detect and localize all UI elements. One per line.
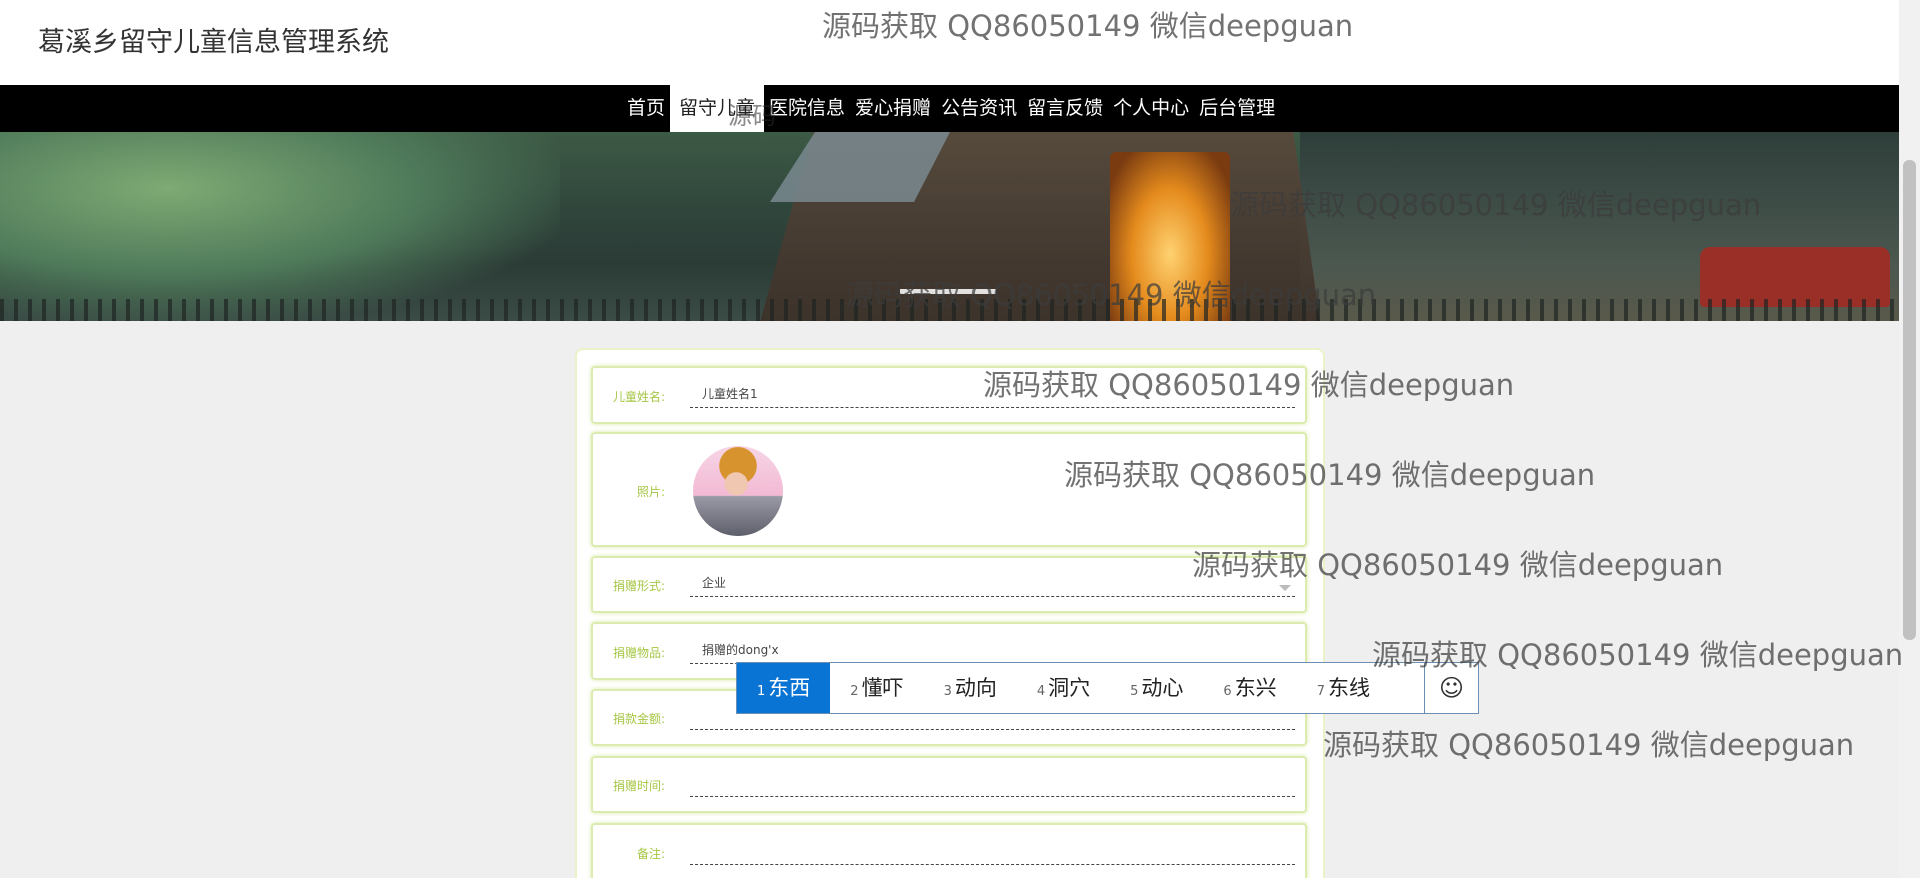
banner-foliage <box>0 132 560 321</box>
donation-time-label: 捐赠时间: <box>612 779 665 793</box>
donation-type-row: 捐赠形式: 企业 <box>591 556 1307 613</box>
scrollbar-thumb[interactable] <box>1903 160 1916 640</box>
ime-candidate-bar: 1 东西 2 懂吓 3 动向 4 洞穴 5 动心 6 东兴 7 东线 ☺ <box>736 662 1479 714</box>
donation-time-input[interactable] <box>690 772 1295 797</box>
banner-fence <box>0 299 1899 321</box>
emoji-icon[interactable]: ☺ <box>1424 663 1478 713</box>
photo-label: 照片: <box>636 485 665 499</box>
remark-input[interactable] <box>690 840 1295 865</box>
banner-image <box>0 132 1899 321</box>
site-title: 葛溪乡留守儿童信息管理系统 <box>38 27 389 58</box>
photo-row: 照片: <box>591 432 1307 547</box>
remark-row: 备注: <box>591 823 1307 878</box>
banner-truck <box>1700 247 1890 307</box>
donation-item-input[interactable]: 捐赠的dong'x <box>690 639 1295 664</box>
donation-type-select[interactable]: 企业 <box>690 572 1295 597</box>
ime-candidate-2[interactable]: 2 懂吓 <box>830 663 923 713</box>
main-nav: 首页 留守儿童 医院信息 爱心捐赠 公告资讯 留言反馈 个人中心 后台管理 <box>0 85 1899 132</box>
nav-list: 首页 留守儿童 医院信息 爱心捐赠 公告资讯 留言反馈 个人中心 后台管理 <box>622 85 1280 132</box>
nav-item-personal-center[interactable]: 个人中心 <box>1108 85 1194 132</box>
ime-candidate-4[interactable]: 4 洞穴 <box>1017 663 1110 713</box>
ime-candidate-3[interactable]: 3 动向 <box>924 663 1017 713</box>
remark-label: 备注: <box>636 847 665 861</box>
banner-glowing-door <box>1110 152 1230 321</box>
page-scrollbar[interactable] <box>1899 0 1920 878</box>
chevron-down-icon[interactable] <box>1279 585 1291 591</box>
banner-indicator <box>900 289 996 294</box>
ime-candidate-5[interactable]: 5 动心 <box>1110 663 1203 713</box>
donation-time-row: 捐赠时间: <box>591 756 1307 813</box>
nav-item-feedback[interactable]: 留言反馈 <box>1022 85 1108 132</box>
site-header: 葛溪乡留守儿童信息管理系统 <box>0 0 1899 85</box>
nav-item-donation[interactable]: 爱心捐赠 <box>850 85 936 132</box>
nav-item-left-behind-children[interactable]: 留守儿童 <box>670 85 765 132</box>
donation-type-label: 捐赠形式: <box>612 579 665 593</box>
nav-item-announcements[interactable]: 公告资讯 <box>936 85 1022 132</box>
child-name-label: 儿童姓名: <box>612 390 665 404</box>
child-name-input[interactable]: 儿童姓名1 <box>690 383 1295 408</box>
child-name-row: 儿童姓名: 儿童姓名1 <box>591 366 1307 424</box>
donation-amount-label: 捐款金额: <box>612 712 665 726</box>
donation-item-label: 捐赠物品: <box>612 646 665 660</box>
ime-candidate-1[interactable]: 1 东西 <box>737 663 831 713</box>
child-photo[interactable] <box>693 446 783 536</box>
watermark-text: 源码获取 QQ86050149 微信deepguan <box>1323 728 1855 762</box>
nav-item-hospital-info[interactable]: 医院信息 <box>764 85 850 132</box>
ime-candidate-7[interactable]: 7 东线 <box>1297 663 1390 713</box>
ime-candidate-6[interactable]: 6 东兴 <box>1203 663 1296 713</box>
nav-item-home[interactable]: 首页 <box>622 85 670 132</box>
nav-item-admin[interactable]: 后台管理 <box>1194 85 1280 132</box>
